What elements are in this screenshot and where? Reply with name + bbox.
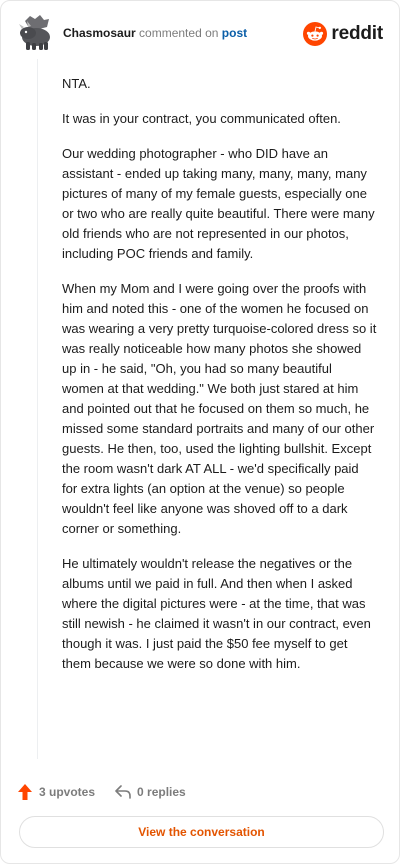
comment-body: NTA. It was in your contract, you commun…	[62, 74, 377, 689]
upvote-arrow-icon[interactable]	[17, 783, 33, 801]
post-link[interactable]: post	[222, 26, 247, 40]
reddit-wordmark: reddit	[331, 23, 383, 44]
reddit-snoo-icon	[303, 22, 328, 46]
comment-card: Chasmosaur commented on post reddit NTA.…	[0, 0, 400, 864]
comment-paragraph: He ultimately wouldn't release the negat…	[62, 556, 371, 671]
comment-paragraph: Our wedding photographer - who DID have …	[62, 146, 375, 261]
avatar[interactable]	[19, 15, 53, 51]
comment-meta: Chasmosaur commented on post	[63, 26, 247, 40]
comment-paragraph: It was in your contract, you communicate…	[62, 111, 341, 126]
reply-count: 0 replies	[137, 785, 186, 799]
username-link[interactable]: Chasmosaur	[63, 26, 136, 40]
reddit-logo[interactable]: reddit	[303, 21, 383, 47]
reply-button[interactable]: 0 replies	[115, 785, 186, 799]
view-conversation-button[interactable]: View the conversation	[19, 816, 384, 848]
comment-paragraph: When my Mom and I were going over the pr…	[62, 281, 377, 536]
comment-header: Chasmosaur commented on post reddit	[17, 15, 383, 55]
comment-footer: 3 upvotes 0 replies	[17, 781, 186, 803]
upvote-count: 3 upvotes	[39, 785, 96, 799]
dinosaur-avatar-icon	[19, 15, 50, 50]
thread-line	[37, 59, 38, 759]
reply-arrow-icon	[115, 785, 131, 799]
commented-on-label: commented on	[139, 26, 219, 40]
comment-paragraph: NTA.	[62, 76, 91, 91]
